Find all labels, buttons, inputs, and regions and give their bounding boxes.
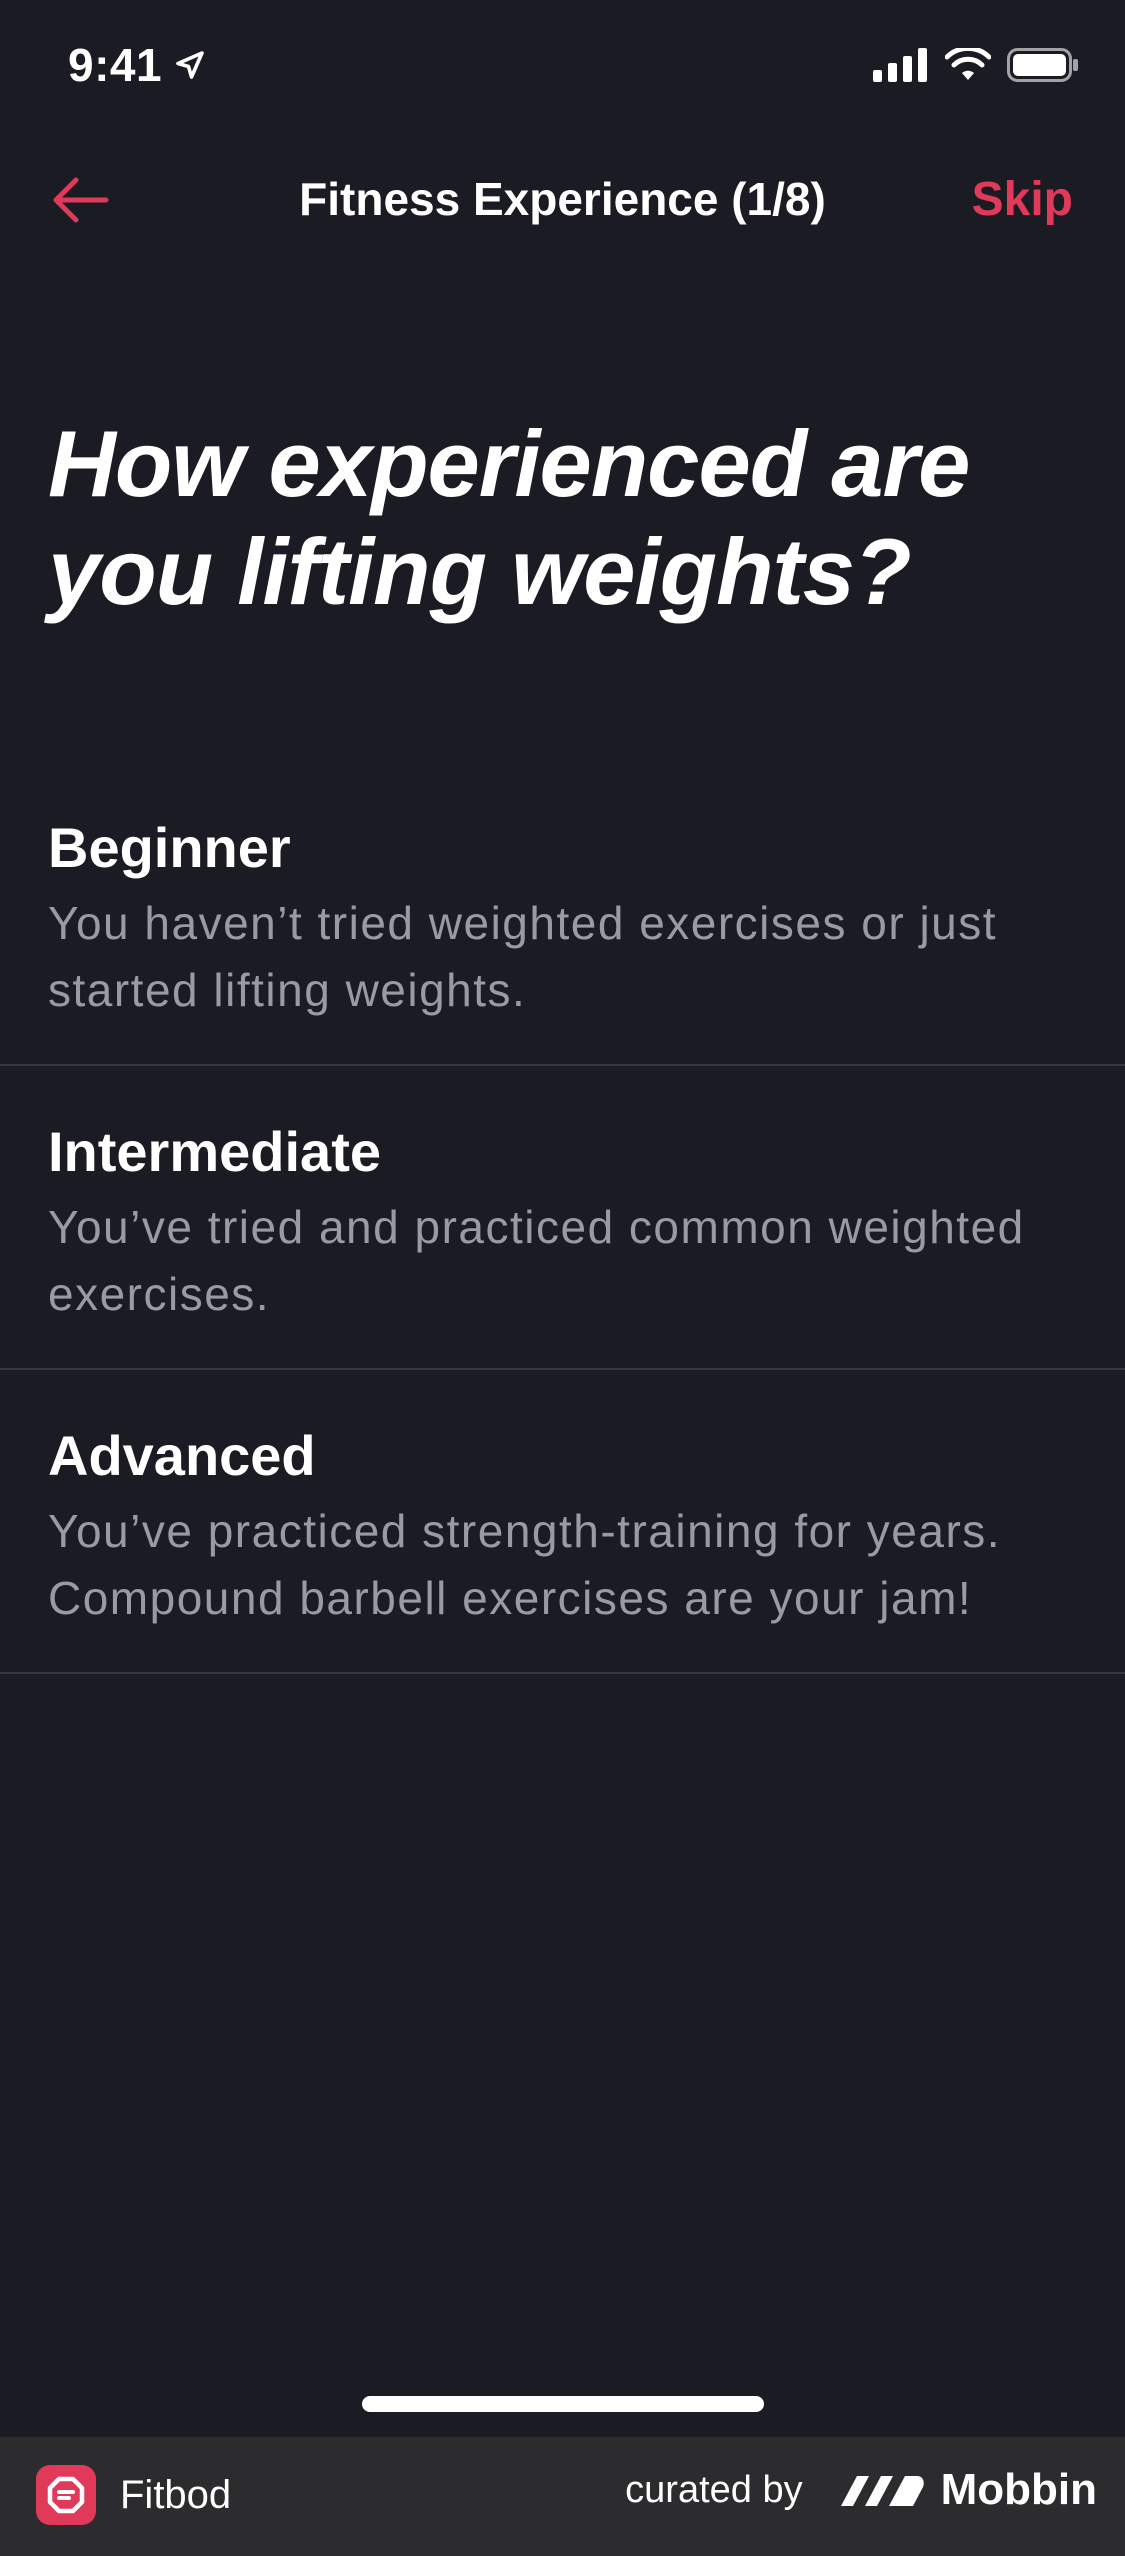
- skip-button[interactable]: Skip: [972, 172, 1073, 227]
- battery-icon: [1007, 48, 1078, 82]
- option-advanced[interactable]: Advanced You’ve practiced strength-train…: [0, 1370, 1125, 1674]
- status-time-text: 9:41: [68, 39, 163, 91]
- fitbod-logo-icon: [36, 2465, 96, 2525]
- nav-title: Fitness Experience (1/8): [299, 173, 826, 225]
- option-description: You’ve tried and practiced common weight…: [48, 1201, 1025, 1320]
- status-time: 9:41: [68, 38, 208, 92]
- option-beginner[interactable]: Beginner You haven’t tried weighted exer…: [0, 790, 1125, 1066]
- mobbin-logo-icon: [840, 2476, 924, 2506]
- footer-bar: Fitbod curated by Mobbin: [0, 2437, 1125, 2556]
- footer-attribution: curated by Mobbin: [625, 2465, 1097, 2515]
- option-description: You haven’t tried weighted exercises or …: [48, 897, 998, 1016]
- experience-options-list: Beginner You haven’t tried weighted exer…: [0, 790, 1125, 1674]
- wifi-icon: [945, 48, 991, 80]
- option-intermediate[interactable]: Intermediate You’ve tried and practiced …: [0, 1066, 1125, 1370]
- cellular-signal-icon: [873, 48, 927, 82]
- status-bar: 9:41: [0, 0, 1125, 140]
- location-arrow-icon: [176, 51, 204, 79]
- footer-app-name: Fitbod: [120, 2472, 232, 2517]
- option-title: Intermediate: [48, 1120, 381, 1183]
- question-heading: How experienced are you lifting weights?: [48, 411, 970, 624]
- curated-by-text: curated by: [625, 2468, 803, 2511]
- status-icons: [873, 48, 1079, 82]
- mobbin-brand-name: Mobbin: [940, 2465, 1097, 2514]
- nav-bar: Fitness Experience (1/8) Skip: [0, 150, 1125, 250]
- option-title: Beginner: [48, 816, 291, 879]
- option-description: You’ve practiced strength-training for y…: [48, 1505, 1002, 1624]
- option-title: Advanced: [48, 1424, 316, 1487]
- footer-app: Fitbod: [36, 2465, 231, 2525]
- home-indicator[interactable]: [362, 2396, 764, 2412]
